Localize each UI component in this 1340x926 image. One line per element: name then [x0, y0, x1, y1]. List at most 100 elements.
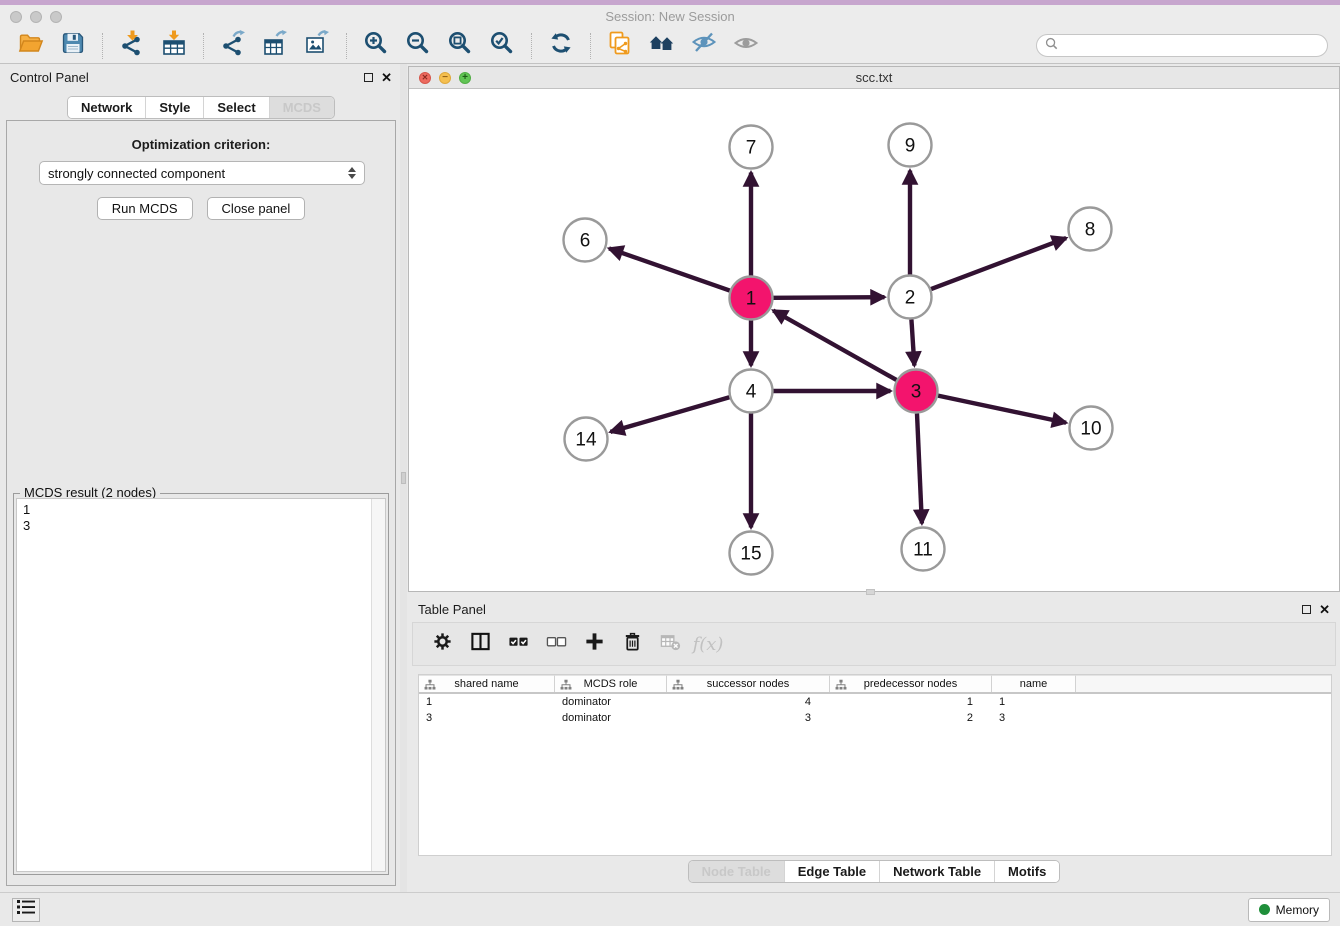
network-canvas[interactable]: 7 9 6 8 1 2 4 3 14 10 15 11 [409, 89, 1339, 591]
cell-name[interactable]: 1 [992, 694, 1076, 710]
search-input[interactable] [1063, 39, 1319, 53]
tab-network[interactable]: Network [68, 97, 145, 118]
tab-motifs[interactable]: Motifs [994, 861, 1059, 882]
graph-node-3[interactable]: 3 [895, 370, 938, 413]
edge-1-2[interactable] [773, 297, 884, 298]
zoom-fit-button[interactable] [445, 31, 475, 61]
graph-node-11[interactable]: 11 [902, 528, 945, 571]
status-bar: Memory [0, 892, 1340, 926]
edge-2-8[interactable] [931, 238, 1066, 289]
zoom-out-button[interactable] [403, 31, 433, 61]
edge-3-11[interactable] [917, 413, 922, 523]
result-scrollbar[interactable] [371, 499, 385, 871]
graph-node-1[interactable]: 1 [730, 277, 773, 320]
cell-MCDS-role[interactable]: dominator [555, 694, 667, 710]
graph-node-15[interactable]: 15 [730, 532, 773, 575]
run-mcds-button[interactable]: Run MCDS [97, 197, 193, 220]
select-all-button[interactable] [503, 629, 533, 659]
cell-successor-nodes[interactable]: 3 [667, 710, 830, 726]
cell-MCDS-role[interactable]: dominator [555, 710, 667, 726]
close-window-icon[interactable] [10, 11, 22, 23]
function-button[interactable]: f(x) [693, 629, 723, 659]
refresh-button[interactable] [546, 31, 576, 61]
task-history-button[interactable] [12, 898, 40, 922]
column-header-successor-nodes[interactable]: successor nodes [667, 675, 830, 692]
graph-node-2[interactable]: 2 [889, 276, 932, 319]
close-table-panel-icon[interactable]: ✕ [1319, 603, 1330, 616]
close-panel-icon[interactable]: ✕ [381, 71, 392, 84]
export-network-button[interactable] [218, 31, 248, 61]
save-session-button[interactable] [58, 31, 88, 61]
trash-button[interactable] [617, 629, 647, 659]
refresh-icon [548, 30, 574, 61]
import-network-button[interactable] [117, 31, 147, 61]
graph-node-7[interactable]: 7 [730, 126, 773, 169]
add-column-button[interactable] [579, 629, 609, 659]
tab-select[interactable]: Select [203, 97, 268, 118]
cell-predecessor-nodes[interactable]: 2 [830, 710, 992, 726]
export-table-button[interactable] [260, 31, 290, 61]
unselect-all-button[interactable] [541, 629, 571, 659]
search-box[interactable] [1036, 34, 1328, 57]
table-row[interactable]: 1dominator411 [419, 694, 1331, 710]
column-header-MCDS-role[interactable]: MCDS role [555, 675, 667, 692]
cell-predecessor-nodes[interactable]: 1 [830, 694, 992, 710]
graph-node-9[interactable]: 9 [889, 124, 932, 167]
tab-mcds[interactable]: MCDS [269, 97, 334, 118]
open-file-button[interactable] [16, 31, 46, 61]
splitter-handle[interactable] [401, 472, 406, 484]
graph-node-4[interactable]: 4 [730, 370, 773, 413]
gear-button[interactable] [427, 629, 457, 659]
tab-network-table[interactable]: Network Table [879, 861, 994, 882]
column-header-shared-name[interactable]: shared name [419, 675, 555, 692]
network-graph[interactable]: 7 9 6 8 1 2 4 3 14 10 15 11 [409, 89, 1339, 591]
column-header-predecessor-nodes[interactable]: predecessor nodes [830, 675, 992, 692]
table-tabs: Node TableEdge TableNetwork TableMotifs [408, 860, 1340, 883]
memory-button[interactable]: Memory [1248, 898, 1330, 922]
cell-shared-name[interactable]: 3 [419, 710, 555, 726]
cell-name[interactable]: 3 [992, 710, 1076, 726]
edge-1-6[interactable] [609, 248, 730, 290]
minimize-window-icon[interactable] [30, 11, 42, 23]
zoom-in-button[interactable] [361, 31, 391, 61]
float-table-panel-icon[interactable] [1302, 605, 1311, 614]
criterion-dropdown[interactable]: strongly connected component [39, 161, 365, 185]
graph-node-6[interactable]: 6 [564, 219, 607, 262]
show-details-eye-button[interactable] [731, 31, 761, 61]
clone-network-button[interactable] [605, 31, 635, 61]
table-body: 1dominator4113dominator323 [419, 694, 1331, 726]
home-button[interactable] [647, 31, 677, 61]
horizontal-splitter-handle[interactable] [866, 589, 875, 595]
hide-details-eye-button[interactable] [689, 31, 719, 61]
table-row[interactable]: 3dominator323 [419, 710, 1331, 726]
columns-button[interactable] [465, 629, 495, 659]
column-header-name[interactable]: name [992, 675, 1076, 692]
zoom-selected-button[interactable] [487, 31, 517, 61]
mcds-result-area[interactable]: 1 3 [16, 498, 386, 872]
tab-style[interactable]: Style [145, 97, 203, 118]
cell-successor-nodes[interactable]: 4 [667, 694, 830, 710]
svg-text:8: 8 [1085, 220, 1096, 241]
delete-table-button[interactable] [655, 629, 685, 659]
float-panel-icon[interactable] [364, 73, 373, 82]
edge-4-14[interactable] [610, 397, 729, 432]
close-panel-button[interactable]: Close panel [207, 197, 306, 220]
edge-3-1[interactable] [773, 311, 896, 380]
tab-edge-table[interactable]: Edge Table [784, 861, 879, 882]
memory-label: Memory [1276, 903, 1319, 917]
svg-text:2: 2 [905, 288, 916, 309]
cell-shared-name[interactable]: 1 [419, 694, 555, 710]
graph-node-10[interactable]: 10 [1070, 407, 1113, 450]
edge-3-10[interactable] [938, 396, 1066, 423]
import-network-icon [119, 30, 145, 61]
export-image-button[interactable] [302, 31, 332, 61]
column-header-filler [1076, 675, 1331, 692]
import-table-button[interactable] [159, 31, 189, 61]
maximize-window-icon[interactable] [50, 11, 62, 23]
control-panel: Control Panel ✕ NetworkStyleSelectMCDS O… [0, 64, 402, 892]
vertical-splitter[interactable] [400, 64, 407, 892]
graph-node-14[interactable]: 14 [565, 418, 608, 461]
tab-node-table[interactable]: Node Table [689, 861, 784, 882]
edge-2-3[interactable] [911, 319, 914, 365]
graph-node-8[interactable]: 8 [1069, 208, 1112, 251]
